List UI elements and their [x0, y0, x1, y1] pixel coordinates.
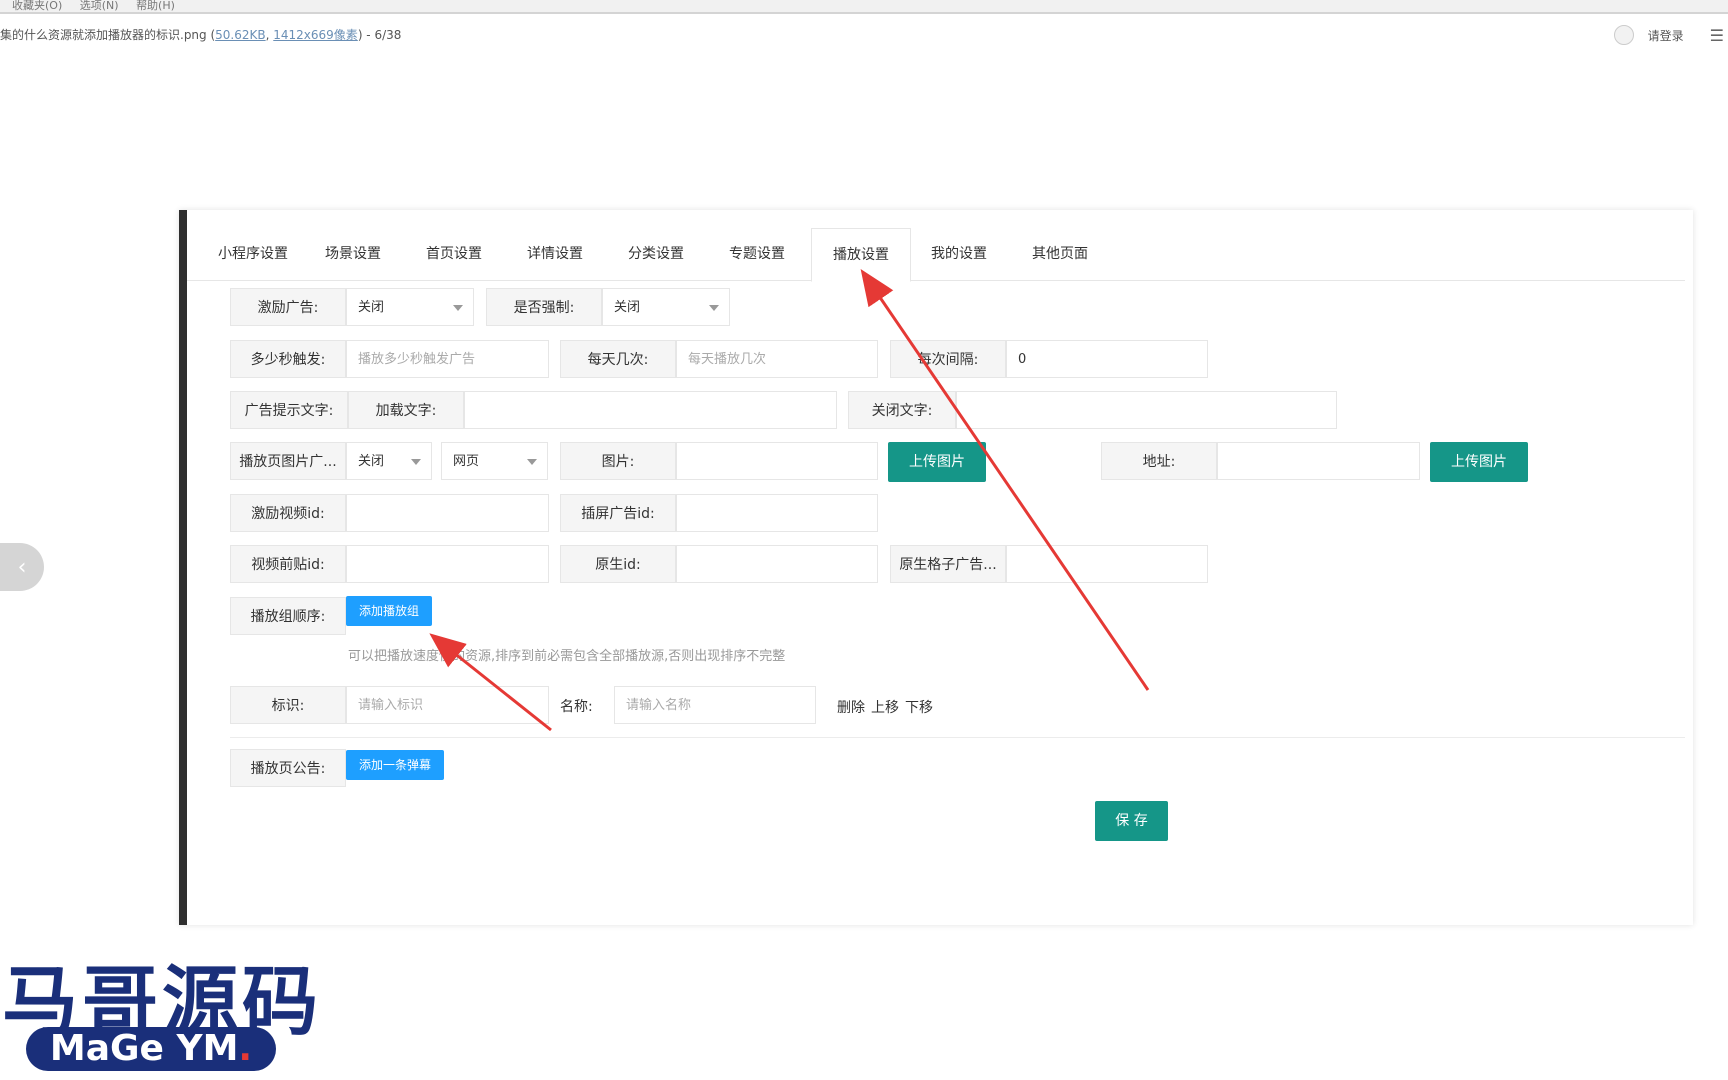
close-text-input[interactable]: [956, 391, 1337, 429]
upload-image-button[interactable]: 上传图片: [888, 442, 986, 482]
seconds-trigger-placeholder: 播放多少秒触发广告: [358, 352, 476, 367]
file-size-link[interactable]: 50.62KB: [215, 28, 265, 42]
loading-text-input[interactable]: [464, 391, 837, 429]
name-label: 名称:: [560, 699, 593, 715]
chevron-left-icon: ‹: [17, 554, 27, 580]
menu-bar: 收藏夹(O) 选项(N) 帮助(H): [0, 0, 1728, 14]
move-down-link[interactable]: 下移: [905, 700, 933, 716]
reward-video-label: 激励视频id:: [230, 494, 346, 532]
force-value: 关闭: [614, 300, 641, 315]
image-ad-value: 关闭: [358, 454, 385, 469]
save-button[interactable]: 保 存: [1095, 801, 1168, 841]
add-danmaku-button[interactable]: 添加一条弹幕: [346, 750, 444, 780]
tab-bar: 小程序设置 场景设置 首页设置 详情设置 分类设置 专题设置 播放设置 我的设置…: [187, 228, 1685, 282]
image-ad-label: 播放页图片广...: [230, 442, 346, 480]
force-label: 是否强制:: [486, 288, 602, 326]
tab-scene-settings[interactable]: 场景设置: [303, 228, 403, 280]
reward-ad-label: 激励广告:: [230, 288, 346, 326]
native-id-input[interactable]: [676, 545, 878, 583]
delete-link[interactable]: 删除: [837, 700, 865, 716]
close-text-label: 关闭文字:: [848, 391, 956, 429]
address-label: 地址:: [1101, 442, 1217, 480]
page-type-value: 网页: [453, 454, 480, 469]
seconds-trigger-input[interactable]: 播放多少秒触发广告: [346, 340, 549, 378]
image-index: ) - 6/38: [357, 28, 402, 42]
reward-ad-select[interactable]: 关闭: [346, 288, 474, 326]
watermark-logo-badge: MaGe YM.: [26, 1027, 276, 1071]
preroll-input[interactable]: [346, 545, 549, 583]
row-operations: 删除 上移 下移: [837, 697, 939, 717]
tab-other-pages[interactable]: 其他页面: [1010, 228, 1110, 280]
watermark-logo-en: MaGe YM: [49, 1028, 239, 1069]
reward-video-input[interactable]: [346, 494, 549, 532]
native-id-label: 原生id:: [560, 545, 676, 583]
watermark-dot: .: [238, 1028, 253, 1069]
login-link[interactable]: 请登录: [1648, 27, 1684, 44]
image-input[interactable]: [676, 442, 878, 480]
image-filename: 集的什么资源就添加播放器的标识.png (: [0, 28, 216, 42]
ad-tip-text-label: 广告提示文字:: [230, 391, 348, 429]
tab-my-settings[interactable]: 我的设置: [909, 228, 1009, 280]
tab-miniprogram-settings[interactable]: 小程序设置: [203, 228, 303, 280]
tab-play-settings[interactable]: 播放设置: [811, 228, 911, 282]
tag-placeholder: 请输入标识: [358, 698, 424, 713]
daily-times-input[interactable]: 每天播放几次: [676, 340, 878, 378]
play-notice-label: 播放页公告:: [230, 749, 346, 787]
caret-down-icon: [527, 459, 537, 465]
image-ad-select[interactable]: 关闭: [346, 442, 432, 480]
tab-topic-settings[interactable]: 专题设置: [707, 228, 807, 280]
caret-down-icon: [411, 459, 421, 465]
name-placeholder: 请输入名称: [626, 698, 692, 713]
force-select[interactable]: 关闭: [602, 288, 730, 326]
interstitial-ad-label: 插屏广告id:: [560, 494, 676, 532]
interval-label: 每次间隔:: [890, 340, 1006, 378]
daily-times-label: 每天几次:: [560, 340, 676, 378]
user-bar: 请登录 ☰: [1613, 24, 1728, 46]
menu-help[interactable]: 帮助(H): [136, 0, 175, 11]
upload-address-image-button[interactable]: 上传图片: [1430, 442, 1528, 482]
name-input[interactable]: 请输入名称: [614, 686, 816, 724]
tab-home-settings[interactable]: 首页设置: [404, 228, 504, 280]
play-group-order-label: 播放组顺序:: [230, 597, 346, 635]
image-dims-link[interactable]: 1412x669像素: [273, 28, 358, 42]
hamburger-menu-icon[interactable]: ☰: [1710, 26, 1724, 45]
tab-category-settings[interactable]: 分类设置: [606, 228, 706, 280]
address-input[interactable]: [1217, 442, 1420, 480]
image-info-bar: 集的什么资源就添加播放器的标识.png (50.62KB, 1412x669像素…: [0, 26, 401, 43]
reward-ad-value: 关闭: [358, 300, 385, 315]
image-label: 图片:: [560, 442, 676, 480]
menu-favorites[interactable]: 收藏夹(O): [12, 0, 62, 11]
interval-input[interactable]: 0: [1006, 340, 1208, 378]
avatar-icon: [1613, 25, 1634, 45]
loading-text-label: 加载文字:: [348, 391, 464, 429]
caret-down-icon: [709, 305, 719, 311]
caret-down-icon: [453, 305, 463, 311]
tab-detail-settings[interactable]: 详情设置: [505, 228, 605, 280]
move-up-link[interactable]: 上移: [871, 700, 899, 716]
page-type-select[interactable]: 网页: [441, 442, 548, 480]
add-play-group-button[interactable]: 添加播放组: [346, 596, 432, 626]
previous-image-button[interactable]: ‹: [0, 543, 44, 591]
play-group-hint: 可以把播放速度快的资源,排序到前必需包含全部播放源,否则出现排序不完整: [348, 649, 786, 664]
daily-times-placeholder: 每天播放几次: [688, 352, 767, 367]
interstitial-ad-input[interactable]: [676, 494, 878, 532]
seconds-trigger-label: 多少秒触发:: [230, 340, 346, 378]
section-divider: [230, 737, 1685, 738]
tag-input[interactable]: 请输入标识: [346, 686, 549, 724]
preroll-label: 视频前贴id:: [230, 545, 346, 583]
menu-options[interactable]: 选项(N): [80, 0, 119, 11]
tag-label: 标识:: [230, 686, 346, 724]
native-grid-ad-label: 原生格子广告...: [890, 545, 1006, 583]
native-grid-ad-input[interactable]: [1006, 545, 1208, 583]
